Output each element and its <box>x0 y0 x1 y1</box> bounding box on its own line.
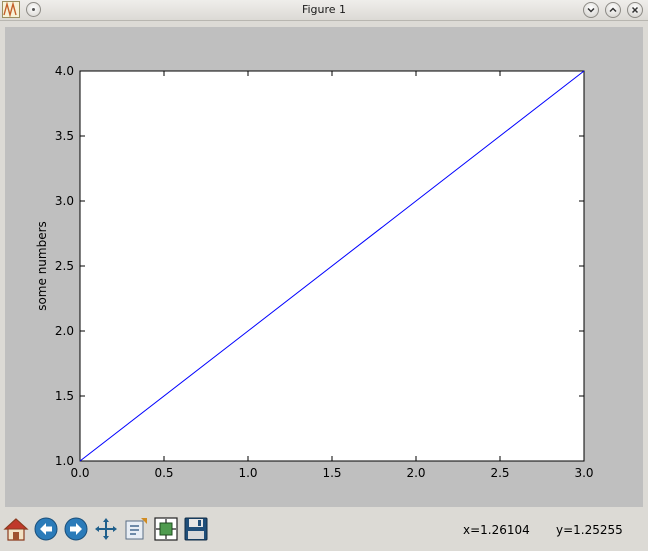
figure-canvas[interactable]: 0.0 0.5 1.0 1.5 2.0 2.5 3.0 1.0 1.5 2.0 2.5 3.0 3.5 4… <box>5 27 643 507</box>
x-tick-label: 0.5 <box>154 466 173 480</box>
y-tick-label: 2.0 <box>55 324 74 338</box>
window-title: Figure 1 <box>301 3 347 16</box>
x-tick-label: 0.0 <box>70 466 89 480</box>
pan-button[interactable] <box>92 515 120 543</box>
x-tick-label: 1.0 <box>238 466 257 480</box>
x-tick-label: 2.5 <box>490 466 509 480</box>
save-floppy-icon <box>184 517 208 541</box>
forward-arrow-icon <box>64 517 88 541</box>
x-tick-label: 1.5 <box>322 466 341 480</box>
home-icon <box>3 518 29 541</box>
x-tick-label: 3.0 <box>574 466 593 480</box>
cursor-y-readout: y=1.25255 <box>556 523 623 537</box>
zoom-button[interactable] <box>122 515 150 543</box>
chevron-up-icon <box>609 7 617 13</box>
x-tick-label: 2.0 <box>406 466 425 480</box>
cursor-x-readout: x=1.26104 <box>463 523 530 537</box>
maximize-button[interactable] <box>605 2 621 18</box>
save-button[interactable] <box>182 515 210 543</box>
navigation-toolbar: x=1.26104 y=1.25255 <box>0 512 648 551</box>
y-tick-label: 3.5 <box>55 129 74 143</box>
forward-button[interactable] <box>62 515 90 543</box>
y-axis-label: some numbers <box>35 221 49 311</box>
pan-move-icon <box>95 518 117 540</box>
y-tick-label: 1.0 <box>55 454 74 468</box>
minimize-button[interactable] <box>583 2 599 18</box>
close-button[interactable] <box>627 2 643 18</box>
y-tick-label: 3.0 <box>55 194 74 208</box>
y-tick-label: 4.0 <box>55 64 74 78</box>
y-tick-label: 1.5 <box>55 389 74 403</box>
chevron-down-icon <box>587 7 595 13</box>
back-button[interactable] <box>32 515 60 543</box>
line-chart: 0.0 0.5 1.0 1.5 2.0 2.5 3.0 1.0 1.5 2.0 2.5 3.0 3.5 4… <box>35 64 594 480</box>
window-titlebar: Figure 1 <box>0 0 648 21</box>
configure-subplots-button[interactable] <box>152 515 180 543</box>
back-arrow-icon <box>34 517 58 541</box>
close-icon <box>631 6 639 14</box>
home-button[interactable] <box>2 515 30 543</box>
zoom-rect-icon <box>125 518 147 540</box>
y-tick-label: 2.5 <box>55 259 74 273</box>
configure-subplots-icon <box>154 517 178 541</box>
